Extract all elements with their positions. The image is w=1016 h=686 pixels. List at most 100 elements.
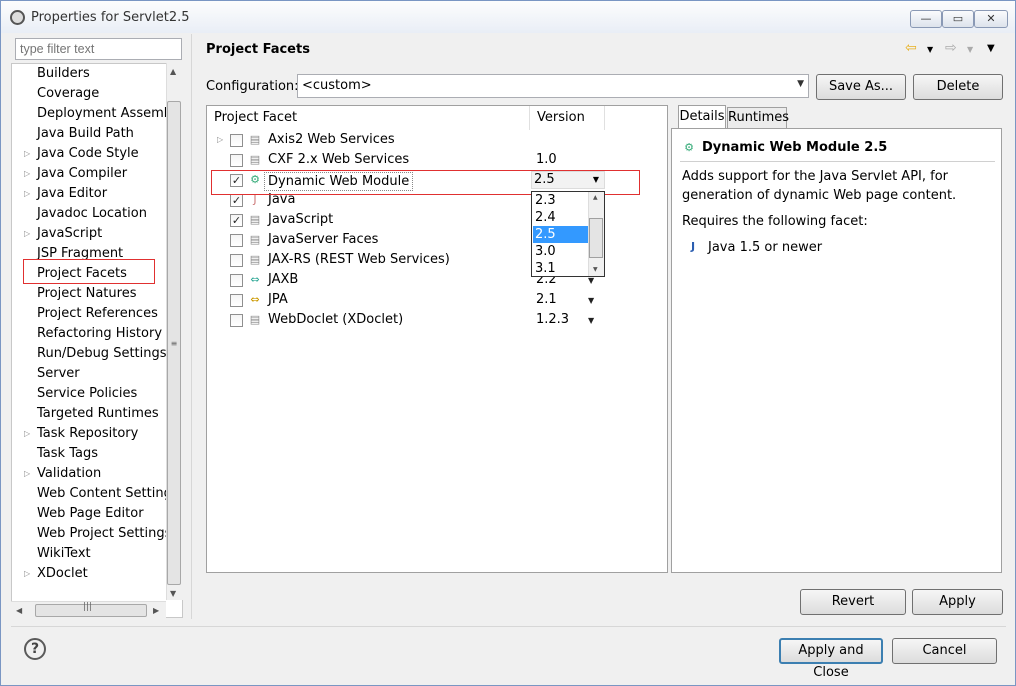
dropdown-scroll-thumb[interactable]: [589, 218, 603, 258]
tree-item[interactable]: Java Build Path: [12, 124, 166, 144]
view-menu-icon[interactable]: ▼: [987, 43, 995, 54]
tree-item-label: Task Tags: [37, 446, 98, 461]
facet-checkbox[interactable]: [230, 294, 243, 307]
tree-item[interactable]: Deployment Assembly: [12, 104, 182, 124]
save-as-button[interactable]: Save As...: [816, 74, 906, 100]
maximize-button[interactable]: ▭: [942, 10, 974, 28]
expand-arrow-icon[interactable]: ▷: [24, 464, 30, 484]
requires-label: Requires the following facet:: [682, 214, 868, 229]
expand-arrow-icon[interactable]: ▷: [24, 224, 30, 244]
facet-name: CXF 2.x Web Services: [268, 152, 410, 167]
tree-item[interactable]: Builders: [12, 64, 166, 84]
facet-checkbox[interactable]: [230, 134, 243, 147]
forward-arrow-icon[interactable]: ⇨: [945, 40, 957, 56]
scroll-right-icon[interactable]: ▶: [153, 606, 159, 615]
column-header-version[interactable]: Version: [530, 106, 605, 130]
tree-item-label: Java Compiler: [37, 166, 128, 181]
version-option[interactable]: 2.4: [533, 209, 589, 226]
facet-checkbox[interactable]: [230, 154, 243, 167]
details-title: Dynamic Web Module 2.5: [702, 140, 888, 155]
tree-item-label: Java Code Style: [37, 146, 139, 161]
column-header-facet[interactable]: Project Facet: [207, 106, 530, 130]
scroll-up-icon[interactable]: ▲: [593, 194, 598, 201]
expand-arrow-icon[interactable]: ▷: [24, 164, 30, 184]
tree-item[interactable]: ▷ Java Editor: [12, 184, 166, 204]
tree-item[interactable]: Run/Debug Settings: [12, 344, 167, 364]
facet-name: JAX-RS (REST Web Services): [268, 252, 450, 267]
tree-item[interactable]: Web Content Settings: [12, 484, 179, 504]
close-button[interactable]: ✕: [974, 10, 1008, 28]
tree-item[interactable]: ▷ JavaScript: [12, 224, 166, 244]
scroll-down-icon[interactable]: ▼: [593, 266, 598, 273]
facet-version[interactable]: 2.1: [536, 290, 557, 310]
expand-arrow-icon[interactable]: ▷: [24, 184, 30, 204]
page-icon: ▤: [249, 233, 261, 246]
version-option[interactable]: 3.0: [533, 243, 589, 260]
tree-item[interactable]: ▷ XDoclet: [12, 564, 166, 584]
selection-highlight-box: [23, 259, 155, 284]
tree-item[interactable]: Project Natures: [12, 284, 166, 304]
tree-item[interactable]: ▷ Java Compiler: [12, 164, 166, 184]
delete-button[interactable]: Delete: [913, 74, 1003, 100]
expand-arrow-icon[interactable]: ▷: [24, 144, 30, 164]
apply-and-close-button[interactable]: Apply and Close: [779, 638, 883, 680]
help-icon[interactable]: ?: [24, 638, 46, 660]
tree-item[interactable]: Task Tags: [12, 444, 166, 464]
tree-item[interactable]: Web Project Settings: [12, 524, 171, 544]
expand-arrow-icon[interactable]: ▷: [24, 564, 30, 584]
facet-checkbox[interactable]: [230, 314, 243, 327]
bottom-divider: [11, 626, 1006, 627]
chevron-down-icon[interactable]: ▼: [588, 276, 594, 285]
title-bar: Properties for Servlet2.5 — ▭ ✕: [1, 1, 1015, 33]
forward-menu-icon[interactable]: ▼: [967, 45, 973, 54]
version-combo[interactable]: 2.5 ▼: [531, 171, 605, 189]
tree-item-label: Run/Debug Settings: [37, 346, 167, 361]
expand-arrow-icon[interactable]: ▷: [217, 135, 223, 144]
back-menu-icon[interactable]: ▼: [927, 45, 933, 54]
version-option[interactable]: 3.1: [533, 260, 589, 277]
facet-checkbox[interactable]: [230, 274, 243, 287]
facet-checkbox[interactable]: [230, 234, 243, 247]
tree-item[interactable]: Targeted Runtimes: [12, 404, 166, 424]
version-option[interactable]: 2.5: [533, 226, 589, 243]
tree-item[interactable]: ▷ Validation: [12, 464, 166, 484]
tree-item-label: Task Repository: [37, 426, 139, 441]
tree-item[interactable]: ▷ Java Code Style: [12, 144, 166, 164]
tree-item[interactable]: Server: [12, 364, 166, 384]
facet-version[interactable]: 1.0: [536, 150, 557, 170]
expand-arrow-icon[interactable]: ▷: [24, 424, 30, 444]
facet-checkbox[interactable]: [230, 254, 243, 267]
facet-version[interactable]: 1.2.3: [536, 310, 569, 330]
java-jar-icon: J: [690, 240, 696, 253]
tab-runtimes[interactable]: Runtimes: [727, 107, 789, 129]
chevron-down-icon[interactable]: ▼: [588, 296, 594, 305]
chevron-down-icon[interactable]: ▼: [588, 316, 594, 325]
tree-item-label: Javadoc Location: [37, 206, 147, 221]
version-option[interactable]: 2.3: [533, 192, 589, 209]
tree-item[interactable]: Javadoc Location: [12, 204, 166, 224]
filter-input[interactable]: [15, 38, 182, 60]
page-icon: ▤: [249, 133, 261, 146]
revert-button[interactable]: Revert: [800, 589, 906, 615]
configuration-combo[interactable]: <custom> ▼: [297, 74, 809, 98]
apply-button[interactable]: Apply: [912, 589, 1003, 615]
tree-item[interactable]: Service Policies: [12, 384, 166, 404]
facet-checkbox[interactable]: ✓: [230, 214, 243, 227]
minimize-button[interactable]: —: [910, 10, 942, 28]
tree-item[interactable]: Refactoring History: [12, 324, 166, 344]
cancel-button[interactable]: Cancel: [892, 638, 997, 664]
scroll-left-icon[interactable]: ◀: [16, 606, 22, 615]
tree-item[interactable]: Coverage: [12, 84, 166, 104]
tree-item-label: Server: [37, 366, 80, 381]
scroll-up-icon[interactable]: ▲: [170, 67, 176, 76]
tree-item[interactable]: Web Page Editor: [12, 504, 166, 524]
tab-details[interactable]: Details: [678, 105, 726, 129]
scroll-down-icon[interactable]: ▼: [170, 589, 176, 598]
tree-item[interactable]: Project References: [12, 304, 166, 324]
property-tree: Builders Coverage Deployment Assembly Java …: [11, 63, 183, 618]
tree-item-label: Targeted Runtimes: [37, 406, 159, 421]
tree-item[interactable]: ▷ Task Repository: [12, 424, 166, 444]
facet-checkbox[interactable]: ✓: [230, 194, 243, 207]
back-arrow-icon[interactable]: ⇦: [905, 40, 917, 56]
tree-item[interactable]: WikiText: [12, 544, 166, 564]
